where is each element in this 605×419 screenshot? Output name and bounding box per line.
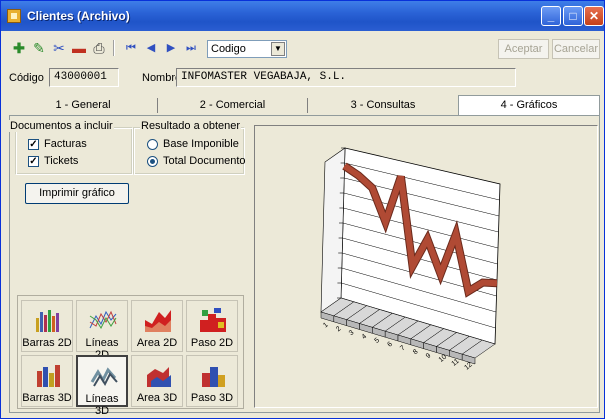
app-icon [7, 9, 21, 23]
chart-left-wall [320, 147, 346, 313]
title-bar[interactable]: Clientes (Archivo) _ □ ✕ [1, 1, 604, 31]
chevron-down-icon[interactable]: ▼ [271, 42, 285, 56]
bar-3d-icon [37, 365, 60, 387]
chart-data-point [496, 282, 498, 284]
facturas-checkbox[interactable]: ✓ [28, 139, 39, 150]
chart-type-barras-2d[interactable]: Barras 2D [21, 300, 73, 352]
chart-data-point [412, 265, 414, 267]
chart-data-point [482, 282, 484, 284]
toolbar-separator [113, 40, 115, 56]
tools-icon[interactable]: ✂ [49, 38, 69, 58]
chart-type-barras-3d[interactable]: Barras 3D [21, 355, 73, 407]
sort-select-value: Codigo [211, 43, 246, 55]
window-title: Clientes (Archivo) [27, 9, 130, 23]
last-record-icon[interactable]: ⏭ [181, 38, 201, 58]
code-field[interactable]: 43000001 [49, 68, 119, 87]
chart-type-area-2d[interactable]: Area 2D [131, 300, 183, 352]
chart-type-label: Paso 3D [190, 392, 234, 404]
tab-consultas[interactable]: 3 - Consultas [308, 96, 458, 115]
tickets-checkbox[interactable]: ✓ [28, 156, 39, 167]
chart-canvas: 1 2 3 4 5 6 7 8 9 10 11 12 [320, 147, 501, 372]
result-group-title: Resultado a obtener [140, 120, 242, 132]
chart-area: 1 2 3 4 5 6 7 8 9 10 11 12 [254, 125, 598, 408]
total-documento-label: Total Documento [163, 155, 246, 167]
code-label: Código [9, 72, 44, 84]
maximize-button[interactable]: □ [563, 6, 583, 26]
accept-button[interactable]: Aceptar [498, 39, 549, 59]
chart-data-point [344, 165, 346, 167]
area-3d-icon [147, 367, 171, 387]
chart-x-tick-label: 6 [386, 341, 394, 349]
chart-data-point [400, 175, 402, 177]
edit-icon[interactable]: ✎ [29, 38, 49, 58]
result-group [133, 127, 245, 175]
chart-data-point [467, 290, 469, 292]
documents-group-title: Documentos a incluir [9, 120, 114, 132]
chart-type-label: Líneas 3D [85, 393, 119, 417]
chart-data-point [357, 174, 359, 176]
facturas-label: Facturas [44, 138, 87, 150]
chart-type-label: Paso 2D [190, 337, 234, 349]
chart-data-point [440, 273, 442, 275]
add-icon[interactable]: ✚ [9, 38, 29, 58]
tab-strip: 1 - General 2 - Comercial 3 - Consultas … [9, 95, 600, 115]
chart-data-point [426, 238, 428, 240]
chart-x-tick-label: 5 [374, 337, 382, 345]
chart-type-label: Barras 2D [22, 337, 72, 349]
chart-type-lineas-3d[interactable]: Líneas 3D [76, 355, 128, 417]
chart-type-area-3d[interactable]: Area 3D [131, 355, 183, 407]
print-chart-button[interactable]: Imprimir gráfico [25, 183, 129, 204]
sort-select[interactable]: Codigo ▼ [207, 40, 287, 58]
chart-type-gallery: Barras 2D Líneas 2D Area 2D Paso 2D [17, 295, 244, 417]
tickets-label: Tickets [44, 155, 79, 167]
chart-x-tick-label: 3 [348, 329, 356, 337]
minimize-button[interactable]: _ [541, 6, 561, 26]
step-2d-icon [200, 308, 226, 332]
cancel-button[interactable]: Cancelar [552, 39, 600, 59]
base-imponible-radio[interactable] [147, 139, 158, 150]
next-record-icon[interactable]: ▶ [161, 38, 181, 58]
tab-general[interactable]: 1 - General [9, 96, 157, 115]
print-icon[interactable]: ⎙ [89, 38, 109, 58]
chart-x-tick-label: 1 [322, 322, 330, 330]
clientes-window: Clientes (Archivo) _ □ ✕ ✚ ✎ ✂ ▬ ⎙ ⏮ ◀ ▶… [0, 0, 605, 419]
chart-data-point [455, 233, 457, 235]
tab-graficos[interactable]: 4 - Gráficos [458, 95, 600, 115]
line-2d-icon [89, 310, 117, 330]
chart-x-tick-label: 8 [412, 348, 420, 356]
chart-type-lineas-2d[interactable]: Líneas 2D [76, 300, 128, 361]
tab-comercial[interactable]: 2 - Comercial [158, 96, 307, 115]
delete-icon[interactable]: ▬ [69, 38, 89, 58]
chart-x-tick-label: 7 [399, 345, 407, 353]
previous-record-icon[interactable]: ◀ [141, 38, 161, 58]
chart-x-tick-label: 2 [335, 325, 343, 333]
close-button[interactable]: ✕ [584, 6, 604, 26]
area-2d-icon [145, 310, 171, 332]
base-imponible-label: Base Imponible [163, 138, 239, 150]
chart-data-point [384, 221, 386, 223]
bar-2d-icon [36, 310, 59, 332]
documents-group [15, 127, 133, 175]
total-documento-radio[interactable] [147, 156, 158, 167]
chart-type-label: Area 3D [136, 392, 178, 404]
first-record-icon[interactable]: ⏮ [121, 38, 141, 58]
chart-type-label: Area 2D [136, 337, 178, 349]
chart-data-point [371, 187, 373, 189]
name-field[interactable]: INFOMASTER VEGABAJA, S.L. [176, 68, 516, 87]
chart-type-paso-2d[interactable]: Paso 2D [186, 300, 238, 352]
chart-x-tick-label: 4 [361, 333, 369, 341]
step-3d-icon [202, 367, 225, 387]
line-3d-icon [90, 367, 118, 387]
chart-type-label: Barras 3D [22, 392, 72, 404]
chart-x-tick-label: 9 [425, 352, 433, 360]
chart-type-paso-3d[interactable]: Paso 3D [186, 355, 238, 407]
